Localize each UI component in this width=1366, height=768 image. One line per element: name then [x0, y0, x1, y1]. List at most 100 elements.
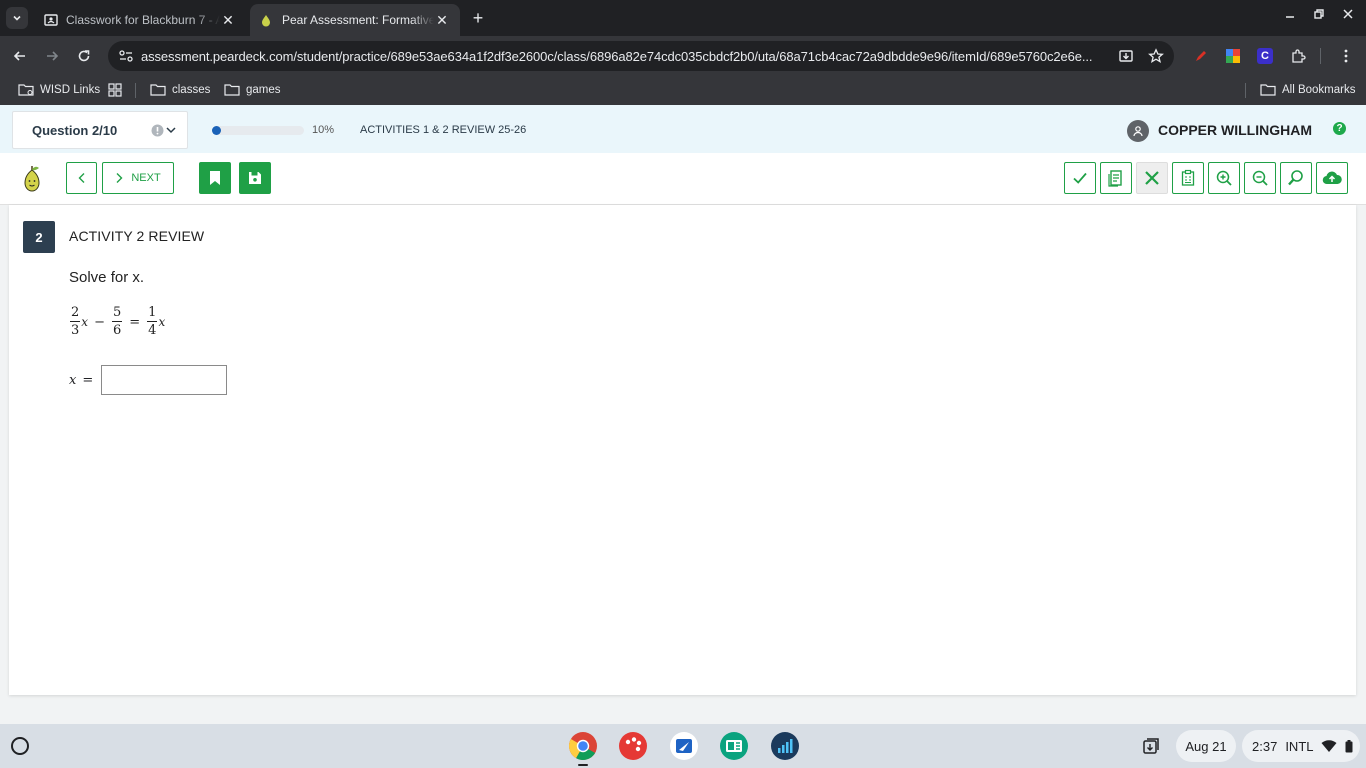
- back-button[interactable]: [6, 42, 34, 70]
- classroom-favicon-icon: [44, 14, 58, 26]
- answer-row: x =: [69, 365, 228, 395]
- numerator: 5: [111, 305, 123, 322]
- help-icon[interactable]: ?: [1333, 122, 1346, 135]
- variable: x: [158, 315, 166, 329]
- status-area[interactable]: 2:37 INTL: [1242, 730, 1360, 762]
- notepad-button[interactable]: [1100, 162, 1132, 194]
- tab-search-button[interactable]: [6, 7, 28, 29]
- close-window-icon[interactable]: [1342, 8, 1362, 20]
- numerator: 1: [147, 305, 158, 322]
- equation: 2 3 x − 5 6 = 1 4 x: [69, 305, 165, 339]
- minimize-icon[interactable]: [1284, 8, 1304, 20]
- extension-c-icon[interactable]: C: [1257, 48, 1273, 64]
- notes-icon: [1108, 170, 1122, 187]
- zoom-in-button[interactable]: [1208, 162, 1240, 194]
- canvas-paint-app-icon[interactable]: [618, 731, 648, 761]
- avatar[interactable]: [1127, 120, 1149, 142]
- fraction-five-sixths: 5 6: [111, 305, 123, 339]
- new-tab-button[interactable]: +: [468, 8, 488, 28]
- kebab-menu-icon[interactable]: [1340, 48, 1352, 64]
- denominator: 3: [71, 323, 80, 338]
- bookmark-folder-games[interactable]: games: [224, 82, 281, 98]
- tab-classwork[interactable]: Classwork for Blackburn 7 - Alg ✕: [34, 4, 246, 36]
- x-icon: [1145, 171, 1159, 185]
- bookmark-divider: [135, 83, 136, 98]
- denominator: 4: [148, 323, 157, 338]
- magnifier-icon: [1288, 170, 1303, 186]
- user-name: COPPER WILLINGHAM: [1158, 122, 1312, 138]
- close-tab-icon[interactable]: ✕: [434, 12, 450, 29]
- all-bookmarks-button[interactable]: All Bookmarks: [1260, 82, 1356, 98]
- locale-text: INTL: [1285, 738, 1314, 754]
- bookmark-icon: [210, 171, 220, 185]
- answer-eliminator-check-button[interactable]: [1064, 162, 1096, 194]
- launcher-button[interactable]: [11, 737, 29, 755]
- progress-bar: [212, 126, 304, 135]
- address-bar[interactable]: assessment.peardeck.com/student/practice…: [108, 41, 1174, 71]
- extension-google-icon[interactable]: [1225, 48, 1241, 64]
- question-toolbar: NEXT: [0, 153, 1366, 205]
- chrome-app-icon[interactable]: [568, 731, 598, 761]
- calendar-date-pill[interactable]: Aug 21: [1176, 730, 1236, 762]
- url-text: assessment.peardeck.com/student/practice…: [141, 48, 1093, 64]
- progress-fill: [212, 126, 222, 135]
- send-app-icon[interactable]: [669, 731, 699, 761]
- clipboard-icon: [1181, 169, 1195, 186]
- close-tab-icon[interactable]: ✕: [220, 12, 236, 29]
- calculator-button[interactable]: [1172, 162, 1204, 194]
- wifi-icon: [1321, 739, 1337, 752]
- next-button[interactable]: NEXT: [102, 162, 174, 194]
- answer-input[interactable]: [101, 365, 228, 395]
- extension-pen-icon[interactable]: [1194, 49, 1208, 63]
- tote-button[interactable]: [1133, 730, 1169, 762]
- folder-icon: [150, 84, 166, 96]
- tab-pear-assessment[interactable]: Pear Assessment: Formative a ✕: [250, 4, 460, 36]
- numerator: 2: [70, 305, 81, 322]
- apps-grid-icon[interactable]: [108, 83, 122, 97]
- submit-upload-button[interactable]: [1316, 162, 1348, 194]
- magnifier-button[interactable]: [1280, 162, 1312, 194]
- bookmark-divider: [1245, 83, 1246, 98]
- restore-icon[interactable]: [1313, 8, 1333, 20]
- zoom-in-icon: [1216, 170, 1232, 186]
- reload-button[interactable]: [70, 42, 98, 70]
- site-settings-icon[interactable]: [118, 49, 134, 63]
- install-app-icon[interactable]: [1118, 48, 1134, 64]
- save-button[interactable]: [239, 162, 271, 194]
- pear-favicon-icon: [262, 15, 270, 27]
- answer-eliminator-button[interactable]: [1136, 162, 1168, 194]
- bookmark-folder-wisd-links[interactable]: WISD Links: [18, 82, 100, 98]
- bookmark-question-button[interactable]: [199, 162, 231, 194]
- bookmarks-bar: WISD Links classes games All Bookmarks: [0, 76, 1366, 105]
- arrow-left-icon: [13, 51, 25, 61]
- all-bookmarks-label: All Bookmarks: [1282, 84, 1356, 96]
- answer-variable: x: [69, 372, 77, 388]
- zoom-out-button[interactable]: [1244, 162, 1276, 194]
- question-selector[interactable]: Question 2/10: [12, 111, 188, 149]
- chevron-down-icon: [13, 15, 21, 21]
- forward-button[interactable]: [38, 42, 66, 70]
- tote-icon: [1143, 738, 1159, 754]
- question-title: ACTIVITY 2 REVIEW: [69, 228, 205, 244]
- chevron-left-icon: [78, 173, 84, 183]
- previous-button[interactable]: [66, 162, 97, 194]
- classroom-app-icon[interactable]: [719, 731, 749, 761]
- bookmark-label: classes: [172, 84, 211, 96]
- cloud-upload-icon: [1322, 171, 1342, 185]
- time-text: 2:37: [1252, 738, 1278, 754]
- bookmark-label: WISD Links: [40, 84, 101, 96]
- folder-icon: [224, 84, 240, 96]
- bookmark-folder-classes[interactable]: classes: [150, 82, 210, 98]
- fraction-one-fourth: 1 4: [147, 305, 158, 339]
- active-app-indicator: [578, 764, 588, 766]
- bookmark-star-icon[interactable]: [1148, 48, 1164, 64]
- variable: x: [81, 315, 89, 329]
- zoom-out-icon: [1252, 170, 1268, 186]
- browser-tab-strip: Classwork for Blackburn 7 - Alg ✕ Pear A…: [0, 0, 1366, 36]
- alert-icon: [151, 124, 164, 136]
- tab-title: Pear Assessment: Formative a: [282, 13, 434, 27]
- question-card: 2 ACTIVITY 2 REVIEW Solve for x. 2 3 x −…: [9, 205, 1356, 695]
- extensions-puzzle-icon[interactable]: [1290, 48, 1306, 64]
- save-icon: [249, 172, 261, 184]
- analytics-app-icon[interactable]: [770, 731, 800, 761]
